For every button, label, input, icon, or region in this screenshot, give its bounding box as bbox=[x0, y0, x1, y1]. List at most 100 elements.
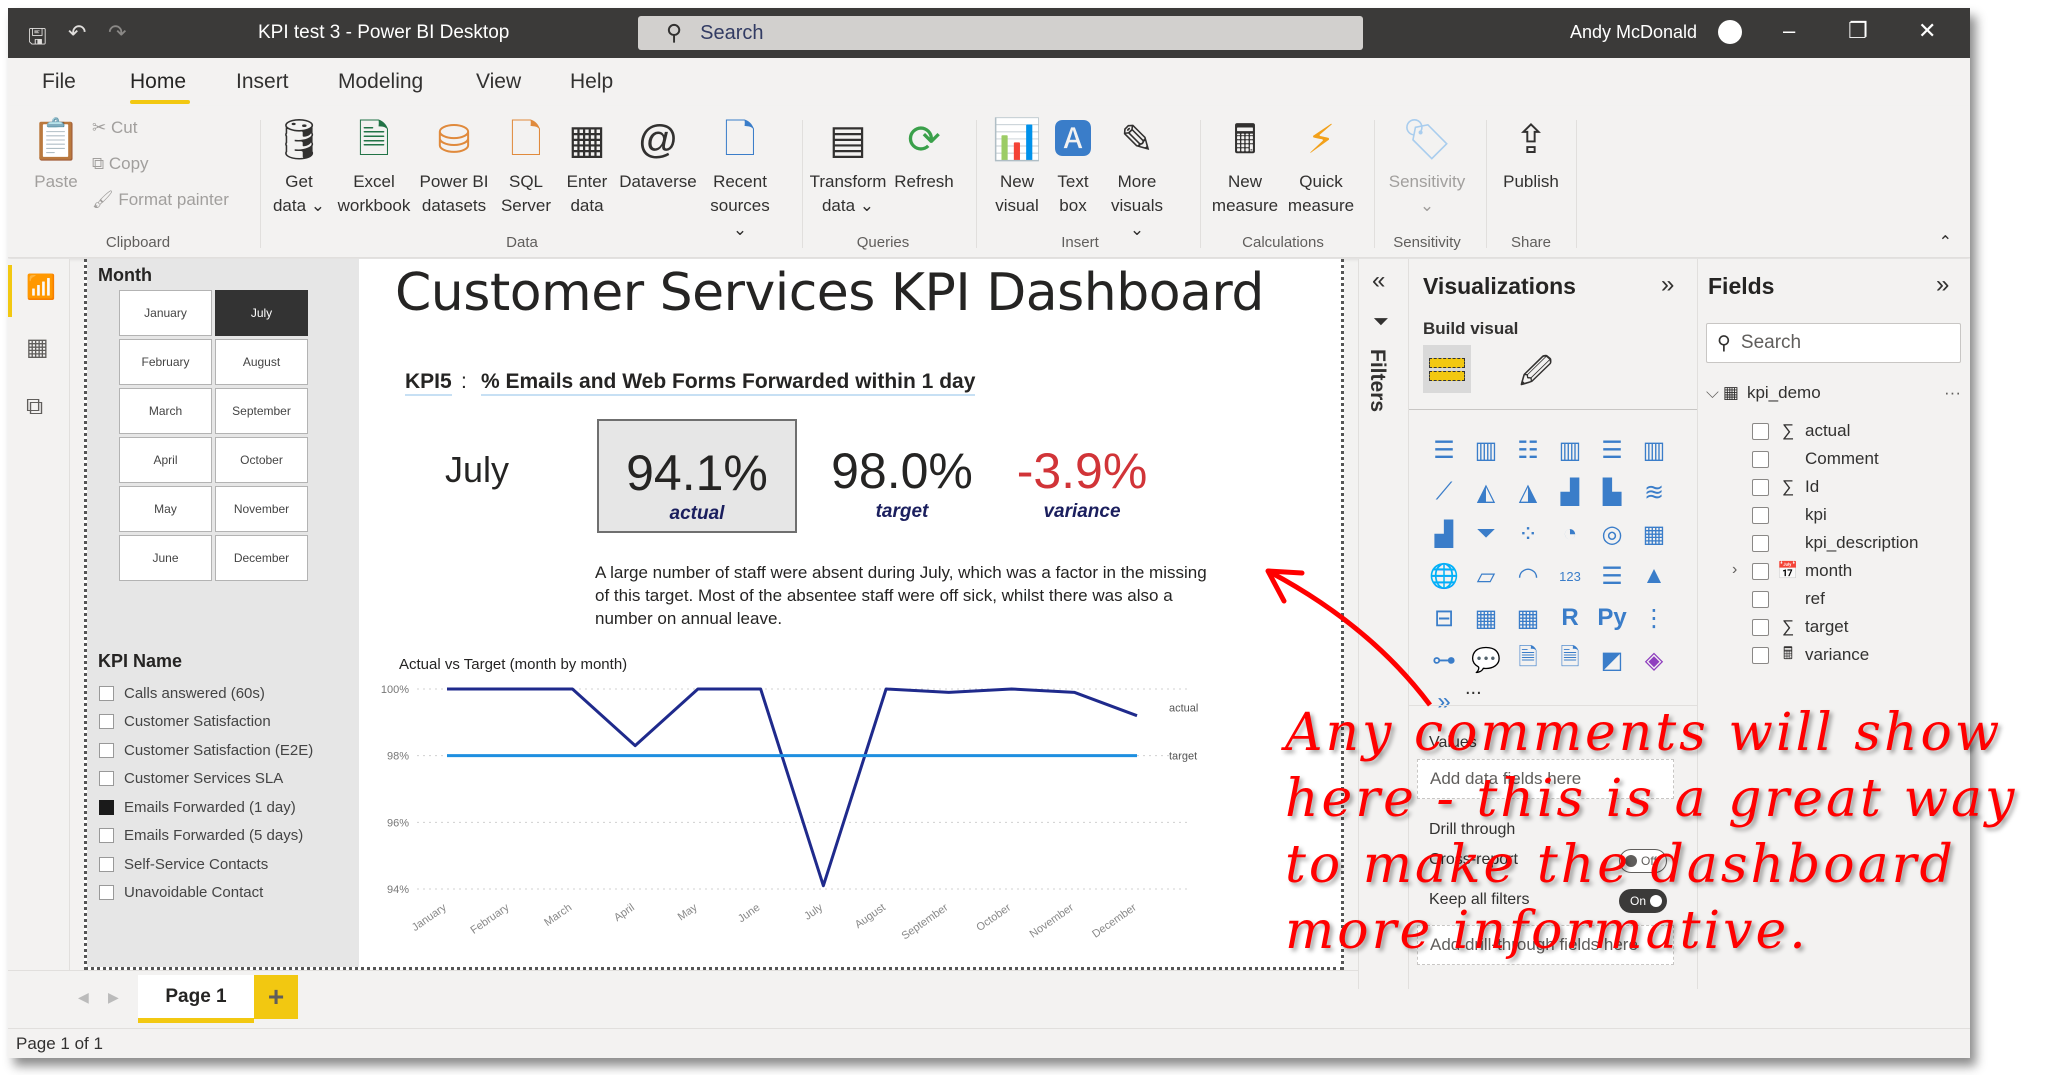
undo-icon[interactable]: ↶ bbox=[68, 20, 86, 46]
copy-button[interactable]: ⧉ Copy bbox=[92, 154, 149, 174]
stacked-bar-icon[interactable]: ☰ bbox=[1423, 429, 1465, 471]
keep-all-filters-toggle[interactable]: On bbox=[1619, 889, 1667, 913]
more-visuals-ellipsis[interactable]: ... bbox=[1465, 677, 1482, 700]
kpi-option[interactable]: Self-Service Contacts bbox=[99, 850, 313, 879]
field-variance[interactable]: 🖩 variance bbox=[1752, 641, 1869, 669]
chevron-right-icon[interactable]: › bbox=[1732, 561, 1737, 579]
publish-button[interactable]: ⇪ Publish bbox=[1496, 116, 1566, 194]
format-visual-icon[interactable]: 🖉 bbox=[1519, 349, 1553, 403]
month-option-october[interactable]: October bbox=[215, 437, 308, 483]
slicer-icon[interactable]: ⊟ bbox=[1423, 597, 1465, 639]
power-automate-icon[interactable]: » bbox=[1423, 681, 1465, 723]
expand-filters-icon[interactable]: « bbox=[1372, 267, 1385, 295]
filled-map-icon[interactable]: ▱ bbox=[1465, 555, 1507, 597]
close-icon[interactable]: ✕ bbox=[1918, 18, 1936, 44]
month-option-august[interactable]: August bbox=[215, 339, 308, 385]
pie-icon[interactable]: ◔ bbox=[1549, 513, 1591, 555]
checkbox[interactable] bbox=[99, 856, 114, 872]
gauge-icon[interactable]: ◠ bbox=[1507, 555, 1549, 597]
transform-data-button[interactable]: ▤ Transform data ⌄ bbox=[808, 116, 888, 218]
month-option-february[interactable]: February bbox=[119, 339, 212, 385]
checkbox[interactable] bbox=[99, 885, 114, 901]
waterfall-icon[interactable]: ▟ bbox=[1423, 513, 1465, 555]
smart-narrative-icon[interactable]: 🗎 bbox=[1507, 639, 1549, 681]
report-view-icon[interactable]: 📶 bbox=[26, 273, 56, 302]
kpi-option[interactable]: Emails Forwarded (1 day) bbox=[99, 793, 313, 822]
field-month[interactable]: 📅 month bbox=[1752, 557, 1852, 585]
restore-icon[interactable]: ❐ bbox=[1848, 18, 1868, 44]
redo-icon[interactable]: ↷ bbox=[108, 20, 126, 46]
paginated-report-icon[interactable]: 🗎 bbox=[1549, 639, 1591, 681]
checkbox[interactable] bbox=[1752, 450, 1769, 468]
checkbox[interactable] bbox=[1752, 562, 1769, 580]
quick-measure-button[interactable]: ⚡ Quick measure bbox=[1284, 116, 1358, 218]
azure-map-icon[interactable]: ◩ bbox=[1591, 639, 1633, 681]
values-dropzone[interactable]: Add data fields here bbox=[1417, 759, 1674, 799]
card-icon[interactable]: 123 bbox=[1549, 555, 1591, 597]
page-tab-1[interactable]: Page 1 bbox=[138, 975, 254, 1023]
qa-icon[interactable]: 💬 bbox=[1465, 639, 1507, 681]
matrix-icon[interactable]: ▦ bbox=[1507, 597, 1549, 639]
field-kpi_description[interactable]: kpi_description bbox=[1752, 529, 1918, 557]
treemap-icon[interactable]: ▦ bbox=[1633, 513, 1675, 555]
month-option-january[interactable]: January bbox=[119, 290, 212, 336]
stacked-area-icon[interactable]: ◮ bbox=[1507, 471, 1549, 513]
kpi-option[interactable]: Emails Forwarded (5 days) bbox=[99, 822, 313, 851]
save-icon[interactable]: 🖫 bbox=[28, 20, 47, 58]
field-kpi[interactable]: kpi bbox=[1752, 501, 1827, 529]
fields-search-input[interactable]: ⚲ Search bbox=[1706, 323, 1961, 363]
checkbox[interactable] bbox=[99, 828, 114, 844]
sql-server-button[interactable]: 🗋 SQL Server bbox=[496, 116, 556, 218]
sensitivity-button[interactable]: 🏷 Sensitivity ⌄ bbox=[1382, 116, 1472, 218]
checkbox[interactable] bbox=[99, 799, 114, 815]
minimize-icon[interactable]: – bbox=[1783, 18, 1795, 44]
r-visual-icon[interactable]: R bbox=[1549, 597, 1591, 639]
line-clustered-column-icon[interactable]: ▙ bbox=[1591, 471, 1633, 513]
title-search-box[interactable]: ⚲ Search bbox=[638, 16, 1363, 50]
checkbox[interactable] bbox=[1752, 506, 1769, 524]
kpi-option[interactable]: Customer Services SLA bbox=[99, 765, 313, 794]
get-data-button[interactable]: 🛢 Get data ⌄ bbox=[266, 116, 332, 218]
drill-through-dropzone[interactable]: Add drill-through fields here bbox=[1417, 925, 1674, 965]
chevron-down-icon[interactable]: ⌵ bbox=[1706, 383, 1719, 403]
refresh-button[interactable]: ⟳ Refresh bbox=[890, 116, 958, 194]
user-name[interactable]: Andy McDonald bbox=[1570, 22, 1697, 43]
month-option-july[interactable]: July bbox=[215, 290, 308, 336]
line-icon[interactable]: ⟋ bbox=[1423, 471, 1465, 513]
collapse-fields-icon[interactable]: » bbox=[1936, 271, 1949, 299]
field-actual[interactable]: ∑ actual bbox=[1752, 417, 1850, 445]
month-option-november[interactable]: November bbox=[215, 486, 308, 532]
build-visual-tab[interactable] bbox=[1423, 345, 1471, 393]
power-apps-icon[interactable]: ◈ bbox=[1633, 639, 1675, 681]
next-page-icon[interactable]: ▶ bbox=[108, 989, 119, 1006]
filters-pane-collapsed[interactable]: « ⏷ Filters bbox=[1358, 259, 1408, 989]
field-target[interactable]: ∑ target bbox=[1752, 613, 1848, 641]
excel-workbook-button[interactable]: 🗎 Excel workbook bbox=[334, 116, 414, 218]
month-option-april[interactable]: April bbox=[119, 437, 212, 483]
field-comment[interactable]: Comment bbox=[1752, 445, 1879, 473]
add-page-button[interactable]: + bbox=[254, 975, 298, 1019]
power-bi-datasets-button[interactable]: ⛁ Power BI datasets bbox=[416, 116, 492, 218]
checkbox[interactable] bbox=[99, 685, 114, 701]
checkbox[interactable] bbox=[99, 742, 114, 758]
menu-file[interactable]: File bbox=[42, 70, 76, 94]
cut-button[interactable]: ✂ Cut bbox=[92, 118, 137, 138]
field-ref[interactable]: ref bbox=[1752, 585, 1825, 613]
paste-button[interactable]: 📋 Paste bbox=[26, 116, 86, 194]
checkbox[interactable] bbox=[99, 714, 114, 730]
more-options-icon[interactable]: ··· bbox=[1944, 383, 1961, 403]
scatter-icon[interactable]: ⁘ bbox=[1507, 513, 1549, 555]
100-stacked-bar-icon[interactable]: ☰ bbox=[1591, 429, 1633, 471]
format-painter-button[interactable]: 🖌 Format painter bbox=[92, 190, 229, 210]
checkbox[interactable] bbox=[99, 771, 114, 787]
kpi-icon[interactable]: ▲ bbox=[1633, 555, 1675, 597]
month-option-september[interactable]: September bbox=[215, 388, 308, 434]
prev-page-icon[interactable]: ◀ bbox=[78, 989, 89, 1006]
cross-report-toggle[interactable]: Off bbox=[1619, 849, 1667, 873]
decomposition-tree-icon[interactable]: ⊶ bbox=[1423, 639, 1465, 681]
dataverse-button[interactable]: @ Dataverse bbox=[616, 116, 700, 194]
recent-sources-button[interactable]: 🗋 Recent sources ⌄ bbox=[704, 116, 776, 242]
actual-card[interactable]: 94.1% actual bbox=[597, 419, 797, 533]
field-id[interactable]: ∑ Id bbox=[1752, 473, 1819, 501]
collapse-visualizations-icon[interactable]: » bbox=[1661, 271, 1674, 299]
